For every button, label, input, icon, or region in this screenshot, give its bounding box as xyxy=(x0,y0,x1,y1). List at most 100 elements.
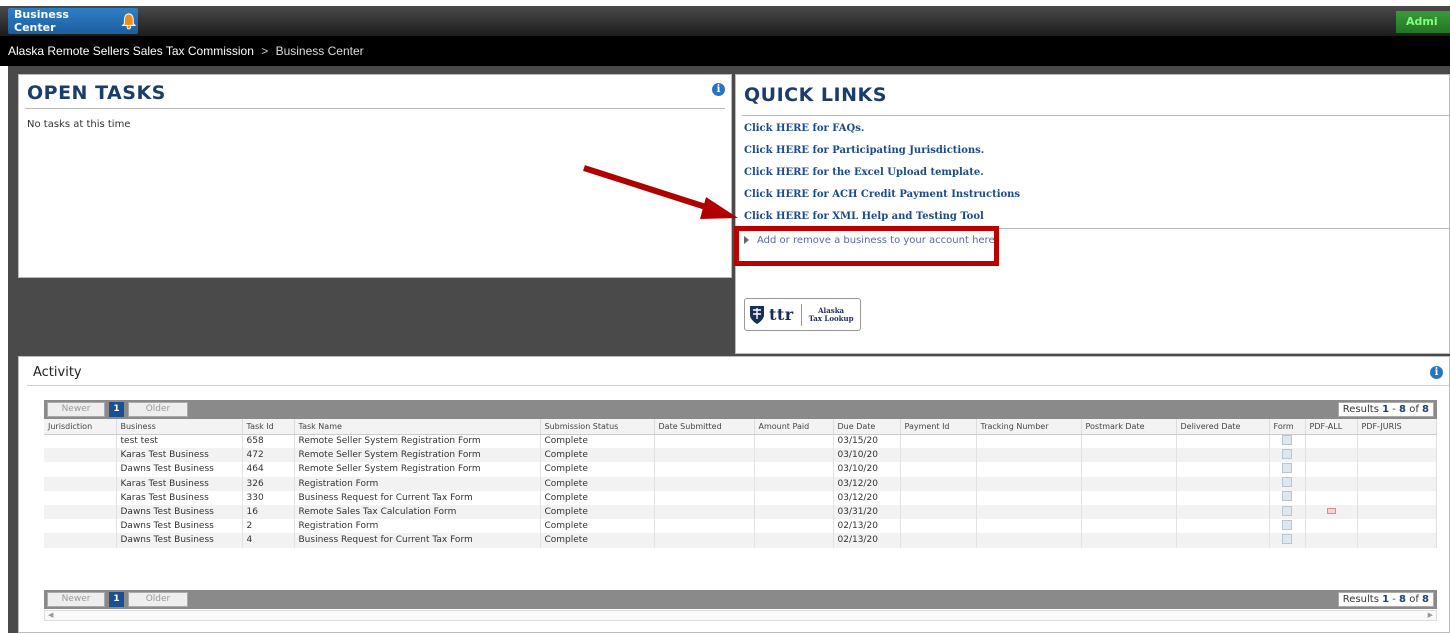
column-header[interactable]: Jurisdiction xyxy=(44,419,117,435)
form-icon[interactable] xyxy=(1282,533,1292,544)
divider xyxy=(742,115,1449,116)
business-center-button[interactable]: Business Center xyxy=(8,8,138,34)
cell-date-submitted xyxy=(654,476,755,491)
table-row[interactable]: Dawns Test Business 16 Remote Sales Tax Ca… xyxy=(44,504,1437,520)
cell-delivered xyxy=(1176,462,1270,477)
cell-payment-id xyxy=(900,476,977,491)
results-total: 8 xyxy=(1422,594,1429,605)
cell-business: Dawns Test Business xyxy=(116,504,243,520)
form-icon[interactable] xyxy=(1282,434,1292,445)
horizontal-scrollbar[interactable]: ◀ ▶ xyxy=(44,610,1437,621)
excel-template-link[interactable]: Click HERE for the Excel Upload template… xyxy=(744,166,1020,188)
divider xyxy=(27,385,1449,386)
column-header[interactable]: Postmark Date xyxy=(1081,419,1177,435)
ttr-alaska-tax-lookup-logo[interactable]: ttr Alaska Tax Lookup xyxy=(744,298,861,331)
cell-due-date: 03/15/20 xyxy=(833,434,901,449)
cell-date-submitted xyxy=(654,448,755,463)
pdf-icon[interactable] xyxy=(1326,508,1336,515)
breadcrumb: Alaska Remote Sellers Sales Tax Commissi… xyxy=(0,36,1450,66)
cell-form xyxy=(1269,462,1306,477)
cell-task-name: Remote Seller System Registration Form xyxy=(294,448,541,463)
form-icon[interactable] xyxy=(1282,505,1292,516)
table-row[interactable]: Karas Test Business 472 Remote Seller Syst… xyxy=(44,448,1437,463)
column-header[interactable]: PDF-JURIS xyxy=(1357,419,1437,435)
form-icon[interactable] xyxy=(1282,448,1292,459)
cell-jurisdiction xyxy=(44,504,117,520)
admin-button[interactable]: Admi xyxy=(1396,11,1450,33)
cell-postmark xyxy=(1081,462,1177,477)
info-icon[interactable]: i xyxy=(712,83,725,96)
cell-business: Karas Test Business xyxy=(116,476,243,491)
cell-amount-paid xyxy=(754,490,834,505)
cell-delivered xyxy=(1176,476,1270,491)
newer-button[interactable]: Newer xyxy=(47,402,105,417)
results-of: of xyxy=(1409,594,1419,605)
cell-form xyxy=(1269,490,1306,505)
column-header[interactable]: Business xyxy=(116,419,243,435)
breadcrumb-root-link[interactable]: Alaska Remote Sellers Sales Tax Commissi… xyxy=(8,44,254,58)
cell-form xyxy=(1269,448,1306,463)
form-icon[interactable] xyxy=(1282,519,1292,530)
cell-pdf-juris xyxy=(1357,533,1437,548)
bell-icon[interactable] xyxy=(120,12,138,30)
faq-link[interactable]: Click HERE for FAQs. xyxy=(744,122,1020,144)
form-icon[interactable] xyxy=(1282,477,1292,488)
column-header[interactable]: PDF-ALL xyxy=(1305,419,1358,435)
table-row[interactable]: Dawns Test Business 2 Registration Form Com… xyxy=(44,519,1437,534)
results-to: 8 xyxy=(1399,594,1407,605)
column-header[interactable]: Task Name xyxy=(294,419,541,435)
column-header[interactable]: Task Id xyxy=(242,419,295,435)
shield-icon xyxy=(750,305,764,324)
scroll-left-icon[interactable]: ◀ xyxy=(48,611,53,619)
cell-delivered xyxy=(1176,519,1270,534)
scroll-right-icon[interactable]: ▶ xyxy=(1428,611,1433,619)
table-row[interactable]: Dawns Test Business 4 Business Request for… xyxy=(44,533,1437,548)
cell-amount-paid xyxy=(754,533,834,548)
column-header[interactable]: Date Submitted xyxy=(654,419,755,435)
table-row[interactable]: Karas Test Business 326 Registration Form C… xyxy=(44,476,1437,491)
cell-form xyxy=(1269,476,1306,491)
column-header[interactable]: Amount Paid xyxy=(754,419,834,435)
newer-button[interactable]: Newer xyxy=(47,592,105,607)
cell-task-name: Remote Seller System Registration Form xyxy=(294,462,541,477)
page-number[interactable]: 1 xyxy=(109,592,124,607)
cell-payment-id xyxy=(900,462,977,477)
cell-date-submitted xyxy=(654,462,755,477)
cell-postmark xyxy=(1081,434,1177,449)
cell-pdf-all xyxy=(1305,448,1358,463)
activity-title: Activity xyxy=(33,365,82,380)
cell-postmark xyxy=(1081,448,1177,463)
older-button[interactable]: Older xyxy=(128,592,188,607)
column-header[interactable]: Delivered Date xyxy=(1176,419,1270,435)
cell-business: Dawns Test Business xyxy=(116,519,243,534)
table-row[interactable]: Dawns Test Business 464 Remote Seller Syst… xyxy=(44,462,1437,477)
breadcrumb-separator: > xyxy=(261,44,269,58)
column-header[interactable]: Form xyxy=(1269,419,1306,435)
ach-instructions-link[interactable]: Click HERE for ACH Credit Payment Instru… xyxy=(744,188,1020,210)
column-header[interactable]: Payment Id xyxy=(900,419,977,435)
page-number[interactable]: 1 xyxy=(109,402,124,417)
results-dash: - xyxy=(1392,404,1396,415)
cell-task-id: 326 xyxy=(242,476,295,491)
cell-pdf-all xyxy=(1305,519,1358,534)
jurisdictions-link[interactable]: Click HERE for Participating Jurisdictio… xyxy=(744,144,1020,166)
cell-payment-id xyxy=(900,533,977,548)
info-icon[interactable]: i xyxy=(1430,366,1443,379)
cell-task-name: Business Request for Current Tax Form xyxy=(294,533,541,548)
cell-business: Karas Test Business xyxy=(116,490,243,505)
cell-due-date: 02/13/20 xyxy=(833,533,901,548)
cell-status: Complete xyxy=(540,504,655,520)
pager-bottom: Newer 1 Older Results 1 - 8 of 8 xyxy=(44,590,1437,609)
column-header[interactable]: Submission Status xyxy=(540,419,655,435)
table-row[interactable]: test test 658 Remote Seller System Registr… xyxy=(44,434,1437,449)
table-row[interactable]: Karas Test Business 330 Business Request f… xyxy=(44,490,1437,505)
column-header[interactable]: Due Date xyxy=(833,419,901,435)
results-count: Results 1 - 8 of 8 xyxy=(1337,592,1434,607)
activity-table: Jurisdiction Business Task Id Task Name … xyxy=(44,419,1437,548)
cell-pdf-juris xyxy=(1357,519,1437,534)
older-button[interactable]: Older xyxy=(128,402,188,417)
form-icon[interactable] xyxy=(1282,491,1292,502)
cell-delivered xyxy=(1176,504,1270,520)
form-icon[interactable] xyxy=(1282,462,1292,473)
column-header[interactable]: Tracking Number xyxy=(976,419,1082,435)
